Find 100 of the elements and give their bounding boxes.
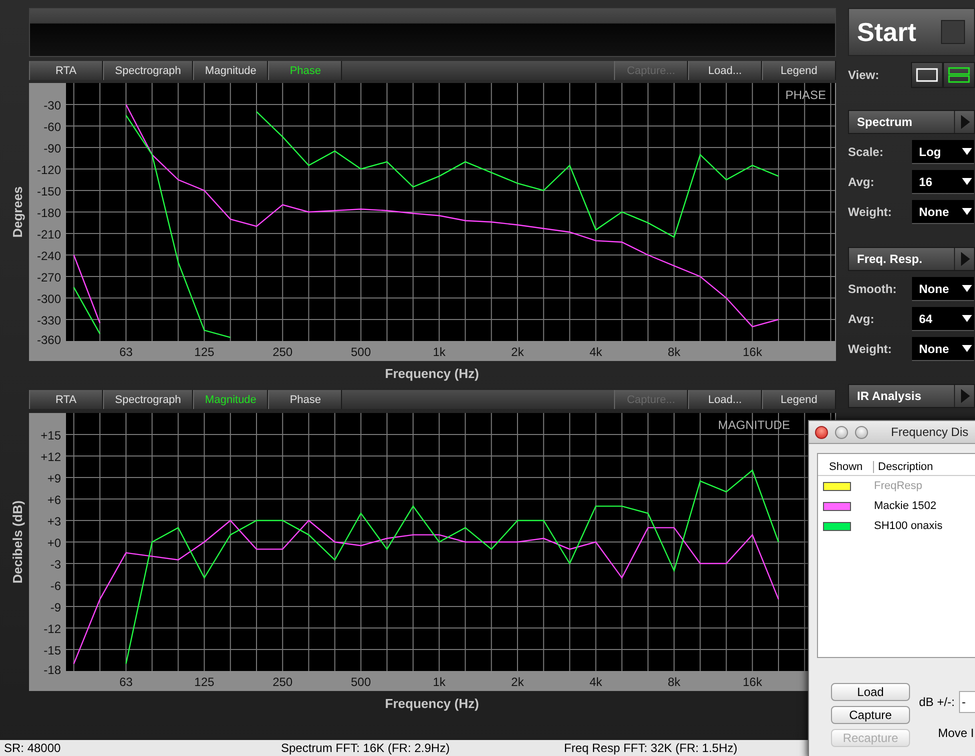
axis-tick-label: 2k [511,675,524,689]
toolbar-button[interactable]: Legend [762,390,836,409]
column-header: Description [877,460,934,472]
single-pane-icon [916,67,938,83]
caret-icon [962,315,972,322]
axis-tick-label: 125 [194,345,214,359]
axis-tick-label: 4k [589,345,602,359]
expand-arrow-icon[interactable] [960,389,970,403]
axis-tick-label: -180 [36,206,61,220]
tab[interactable]: RTA [29,61,103,80]
caret-icon [962,208,972,215]
tab[interactable]: Spectrograph [103,390,194,409]
tab[interactable]: Phase [268,61,342,80]
axis-tick-label: -330 [36,314,61,328]
tab[interactable]: Magnitude [193,61,268,80]
axis-tick-label: -240 [36,249,61,263]
axis-tick-label: +3 [47,514,61,528]
color-swatch[interactable] [823,502,851,510]
axis-tick-label: -15 [44,644,61,658]
axis-tick-label: -360 [36,333,61,347]
axis-tick-label: 500 [350,345,371,359]
db-label: dB +/-: [919,695,955,709]
expand-arrow-icon[interactable] [960,115,970,129]
axis-tick-label: -30 [44,98,61,112]
setting-label: Scale: [848,145,884,159]
axis-tick-label: -60 [44,120,61,134]
axis-tick-label: -6 [50,579,61,593]
axis-tick-label: 63 [119,345,133,359]
view-label: View: [848,68,880,82]
toolbar-button[interactable]: Load... [688,390,762,409]
axis-tick-label: +15 [40,428,61,442]
setting-label: Avg: [848,312,876,326]
color-swatch[interactable] [823,522,851,530]
axis-tick-label: -120 [36,163,61,177]
status-text: SR: 48000 [3,741,62,755]
axis-tick-label: +12 [40,450,61,464]
axis-tick-label: 8k [668,345,680,359]
dropdown[interactable]: None [912,277,974,301]
axis-title: Decibels (dB) [10,500,25,584]
axis-tick-label: -12 [44,622,61,636]
dropdown[interactable]: None [912,337,974,361]
axis-tick-label: 8k [668,675,680,689]
axis-tick-label: 4k [589,675,602,689]
dropdown[interactable]: 16 [912,170,974,194]
caret-icon [962,345,972,352]
trace-name[interactable]: Mackie 1502 [874,500,936,512]
dropdown[interactable]: Log [912,140,974,164]
expand-arrow-icon[interactable] [960,252,970,266]
axis-tick-label: -270 [36,270,61,284]
axis-tick-label: 16k [742,675,762,689]
indicator-icon [941,20,965,44]
tab[interactable]: RTA [29,390,103,409]
axis-tick-label: -210 [36,228,61,242]
toolbar-button[interactable]: Load... [688,61,762,80]
move-label: Move I [938,726,975,740]
tab[interactable]: Magnitude [193,390,268,409]
view-toggle[interactable] [911,62,944,88]
tab[interactable]: Phase [268,390,342,409]
window-button[interactable]: Capture [831,706,910,724]
minimize-button[interactable] [835,426,848,438]
axis-tick-label: 250 [272,345,293,359]
axis-tick-label: 250 [272,675,293,689]
axis-title: Degrees [10,186,25,238]
caret-icon [962,148,972,155]
axis-tick-label: -150 [36,184,61,198]
window-button[interactable]: Load [831,683,910,701]
axis-tick-label: -9 [50,600,61,614]
tab[interactable]: Spectrograph [103,61,194,80]
axis-tick-label: 16k [742,345,762,359]
axis-tick-label: +0 [47,536,61,550]
axis-title: Frequency (Hz) [385,366,479,381]
dropdown[interactable]: 64 [912,307,974,331]
status-text: Spectrum FFT: 16K (FR: 2.9Hz) [281,741,451,755]
axis-tick-label: 63 [119,675,133,689]
axis-tick-label: 1k [432,345,446,359]
close-button[interactable] [815,426,828,438]
trace-name[interactable]: SH100 onaxis [874,520,942,532]
setting-label: Weight: [848,342,893,356]
view-toggle[interactable] [943,62,975,88]
window-title: Frequency Dis [891,425,968,439]
split-pane-icon [948,67,970,83]
zoom-button[interactable] [855,426,868,438]
start-label: Start [857,16,916,48]
db-field[interactable]: - [958,691,975,713]
dropdown[interactable]: None [912,200,974,224]
toolbar-button[interactable]: Legend [762,61,836,80]
setting-label: Avg: [848,175,876,189]
axis-tick-label: -3 [50,558,61,572]
setting-label: Weight: [848,205,893,219]
setting-label: Smooth: [848,282,898,296]
column-header: Shown [818,460,874,472]
axis-tick-label: -300 [36,292,61,306]
axis-tick-label: 500 [350,675,371,689]
axis-title: Frequency (Hz) [385,696,479,711]
axis-tick-label: +6 [47,493,61,507]
axis-tick-label: 125 [194,675,214,689]
start-button[interactable]: Start [848,8,975,56]
axis-tick-label: 2k [511,345,524,359]
status-text: Freq Resp FFT: 32K (FR: 1.5Hz) [564,741,738,755]
caret-icon [962,285,972,292]
